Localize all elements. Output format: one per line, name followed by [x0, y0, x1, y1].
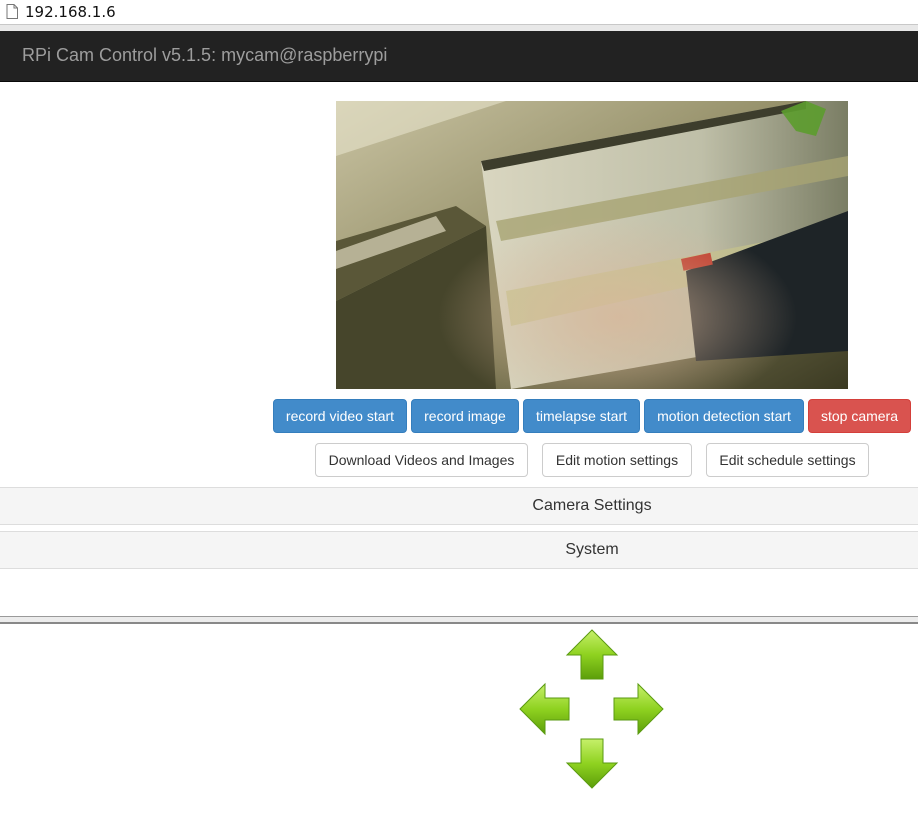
edit-motion-settings-button[interactable]: Edit motion settings — [542, 443, 692, 477]
camera-preview-graphic — [336, 101, 848, 389]
download-videos-images-button[interactable]: Download Videos and Images — [315, 443, 528, 477]
right-arrow-icon[interactable] — [613, 682, 664, 736]
left-arrow-icon[interactable] — [519, 682, 570, 736]
up-arrow-icon[interactable] — [565, 629, 619, 680]
pan-tilt-controls — [519, 629, 664, 789]
url-text: 192.168.1.6 — [25, 3, 116, 21]
system-panel-heading[interactable]: System — [0, 531, 918, 569]
record-video-start-button[interactable]: record video start — [273, 399, 407, 433]
page-title[interactable]: RPi Cam Control v5.1.5: mycam@raspberryp… — [22, 45, 387, 66]
page-icon — [6, 4, 18, 24]
stop-camera-button[interactable]: stop camera — [808, 399, 911, 433]
timelapse-start-button[interactable]: timelapse start — [523, 399, 640, 433]
record-image-button[interactable]: record image — [411, 399, 519, 433]
browser-url-bar[interactable]: 192.168.1.6 — [0, 0, 918, 25]
system-label: System — [565, 541, 619, 558]
edit-schedule-settings-button[interactable]: Edit schedule settings — [706, 443, 869, 477]
navbar: RPi Cam Control v5.1.5: mycam@raspberryp… — [0, 31, 918, 82]
camera-settings-label: Camera Settings — [532, 497, 652, 514]
motion-detection-start-button[interactable]: motion detection start — [644, 399, 804, 433]
down-arrow-icon[interactable] — [565, 738, 619, 789]
frame-separator — [0, 616, 918, 624]
camera-preview-image[interactable] — [336, 101, 848, 389]
camera-settings-panel-heading[interactable]: Camera Settings — [0, 487, 918, 525]
